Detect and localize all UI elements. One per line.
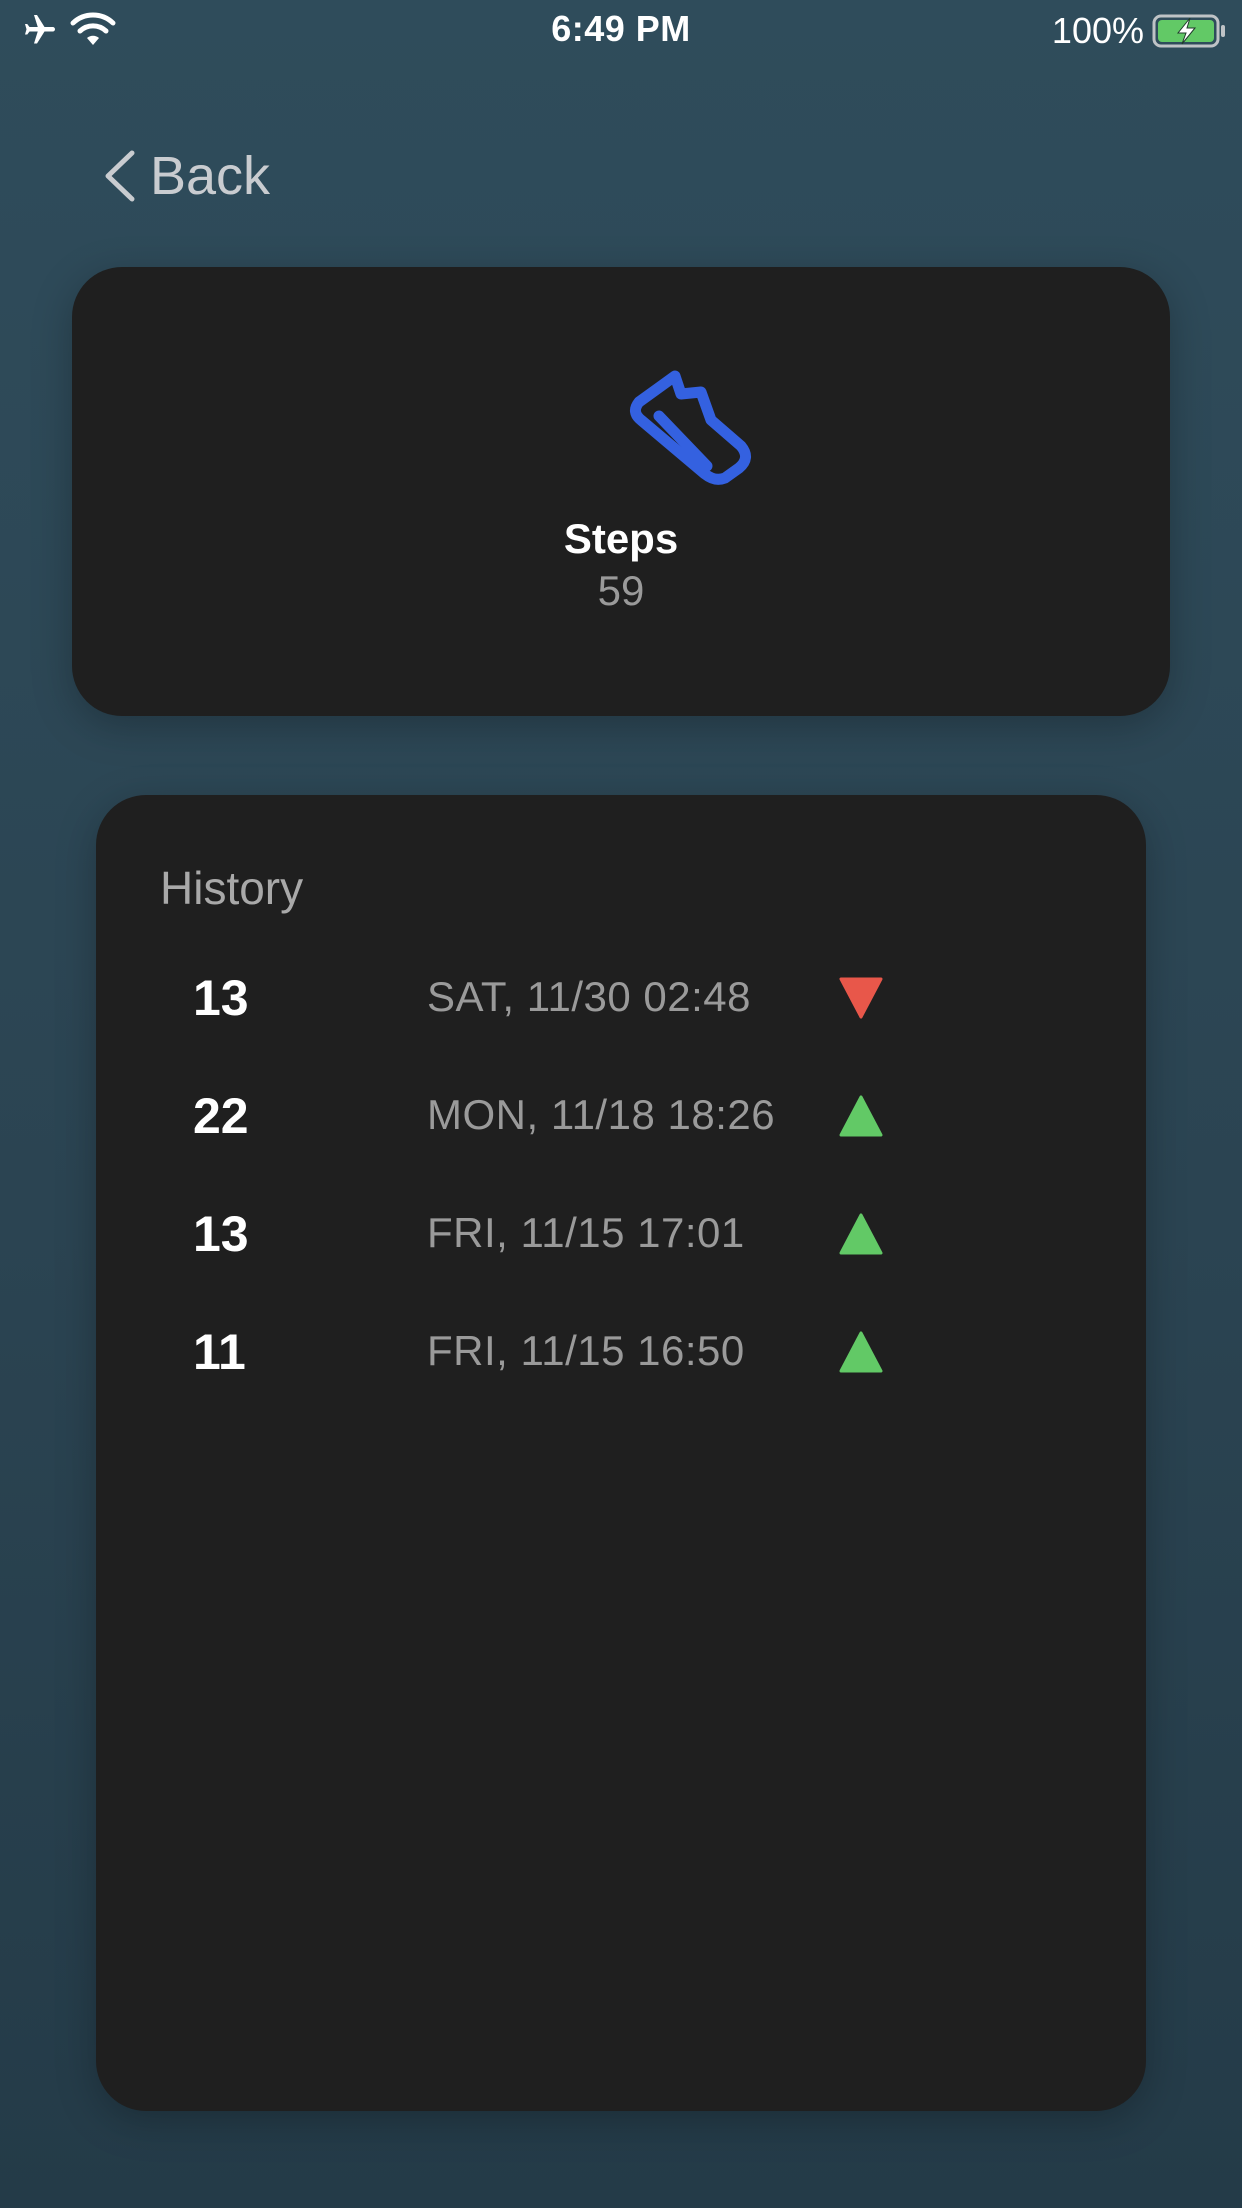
history-date: MON, 11/18 18:26 (427, 1091, 776, 1138)
history-card: History 13 SAT, 11/30 02:48 22 MON, 11/1… (96, 795, 1146, 2111)
history-value: 13 (193, 1206, 249, 1262)
trend-up-icon (839, 1331, 883, 1373)
shoe-icon (630, 370, 751, 485)
metric-value: 59 (597, 567, 645, 614)
history-row: 11 FRI, 11/15 16:50 (96, 1311, 1146, 1391)
history-date: FRI, 11/15 16:50 (427, 1327, 745, 1374)
chevron-left-icon (105, 150, 135, 202)
battery-charging-icon (1152, 14, 1225, 48)
history-value: 11 (193, 1324, 246, 1380)
history-row: 13 SAT, 11/30 02:48 (96, 957, 1146, 1037)
trend-up-icon (839, 1213, 883, 1255)
back-button[interactable]: Back (100, 145, 270, 207)
history-row: 22 MON, 11/18 18:26 (96, 1075, 1146, 1155)
history-row: 13 FRI, 11/15 17:01 (96, 1193, 1146, 1273)
history-title: History (160, 862, 304, 914)
summary-card: Steps 59 (72, 267, 1170, 716)
status-right: 100% (1052, 10, 1228, 52)
history-date: SAT, 11/30 02:48 (427, 973, 752, 1020)
history-date: FRI, 11/15 17:01 (427, 1209, 745, 1256)
metric-title: Steps (563, 515, 679, 562)
status-bar: 6:49 PM 100% (0, 0, 1242, 62)
battery-percent: 100% (1051, 10, 1144, 51)
back-label: Back (150, 146, 271, 206)
history-value: 22 (193, 1088, 249, 1144)
trend-up-icon (839, 1095, 883, 1137)
trend-down-icon (839, 977, 883, 1019)
history-value: 13 (193, 970, 249, 1026)
